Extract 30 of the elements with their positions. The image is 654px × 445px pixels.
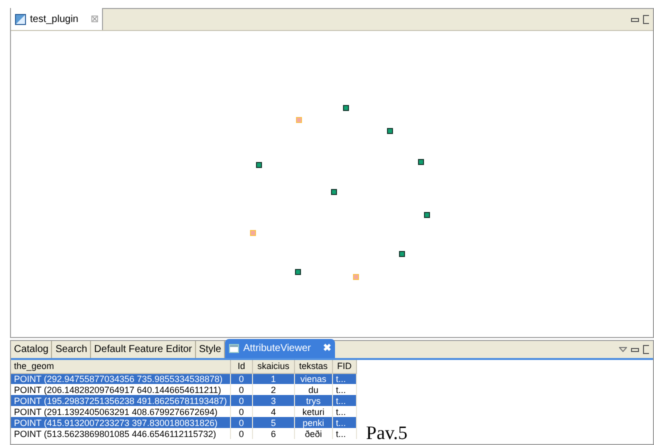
view-menu-icon[interactable] xyxy=(619,347,627,352)
table-cell: 6 xyxy=(252,428,294,439)
figure-caption: Pav.5 xyxy=(366,424,408,444)
column-header[interactable]: skaicius xyxy=(252,360,294,373)
panel-tab[interactable]: Catalog xyxy=(11,341,52,358)
minimize-icon[interactable] xyxy=(631,18,639,22)
column-header[interactable]: Id xyxy=(230,360,252,373)
table-cell: t... xyxy=(332,428,356,439)
map-icon xyxy=(15,14,26,24)
table-cell: ðeði xyxy=(294,428,332,439)
minimize-icon[interactable] xyxy=(631,348,639,352)
tab-title[interactable]: test_plugin xyxy=(30,12,78,26)
panel-tab[interactable]: AttributeViewer ✖ xyxy=(225,339,335,358)
column-header[interactable]: the_geom xyxy=(11,360,230,373)
table-row[interactable]: POINT (206.14828209764917 640.1446654611211) 0 2 du t... xyxy=(11,384,356,395)
table-row[interactable]: POINT (513.5623869801085 446.6546112115732) 0 6 ðeði t... xyxy=(11,428,356,439)
panel-tab[interactable]: Default Feature Editor xyxy=(91,341,196,358)
table-row[interactable]: POINT (195.29837251356238 491.86256781193487) 0 3 trys t... xyxy=(11,395,356,406)
table-row[interactable]: POINT (415.9132007233273 397.8300180831826) 0 5 penki t... xyxy=(11,417,356,428)
maximize-icon[interactable] xyxy=(643,15,649,24)
table-cell: POINT (513.5623869801085 446.6546112115732) xyxy=(11,428,230,439)
maximize-icon[interactable] xyxy=(643,345,649,354)
close-icon[interactable]: ✖ xyxy=(322,341,331,356)
table-cell: 0 xyxy=(230,428,252,439)
panel-tab[interactable]: Search xyxy=(52,341,92,358)
table-row[interactable]: POINT (291.1392405063291 408.6799276672694) 0 4 keturi t... xyxy=(11,406,356,417)
table-row[interactable]: POINT (292.94755877034356 735.9855334538878) 0 1 vienas t... xyxy=(11,373,356,384)
column-header[interactable]: tekstas xyxy=(294,360,332,373)
window-icon xyxy=(229,344,240,353)
column-header[interactable]: FID xyxy=(332,360,356,373)
